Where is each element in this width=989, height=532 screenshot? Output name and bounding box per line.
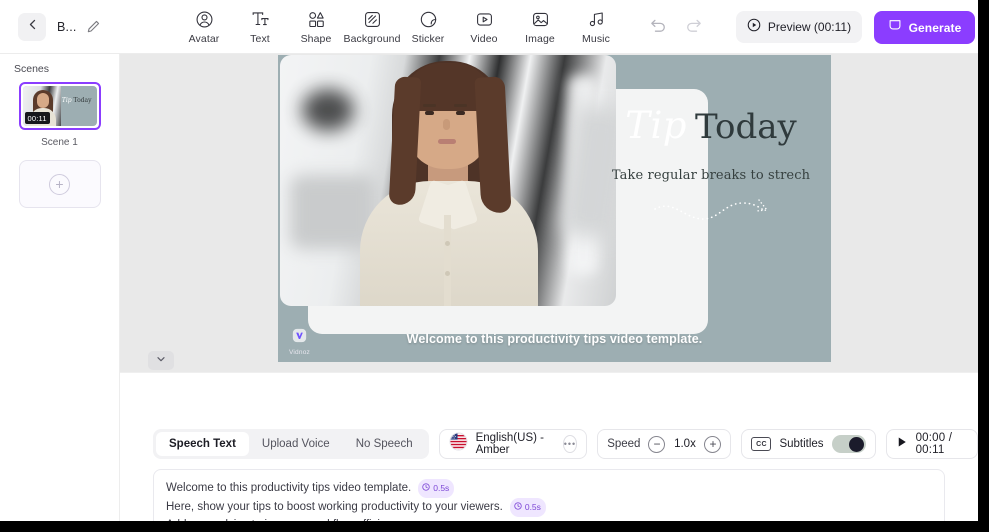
pause-duration: 0.5s <box>524 502 541 512</box>
subtitles-label: Subtitles <box>779 438 824 450</box>
speed-value: 1.0x <box>674 438 696 450</box>
subtitle-text: Welcome to this productivity tips video … <box>406 332 703 346</box>
plus-icon: + <box>49 173 70 195</box>
tool-shape[interactable]: Shape <box>288 4 344 45</box>
back-button[interactable] <box>18 12 46 41</box>
us-flag-icon <box>449 432 468 456</box>
headline-group[interactable]: Tip Today Take regular breaks to strech <box>596 107 826 227</box>
tool-sticker[interactable]: Sticker <box>400 4 456 45</box>
tool-avatar[interactable]: Avatar <box>176 4 232 45</box>
script-line[interactable]: Welcome to this productivity tips video … <box>166 479 932 498</box>
script-line-text: Welcome to this productivity tips video … <box>166 482 412 494</box>
tool-image[interactable]: Image <box>512 4 568 45</box>
window-right-edge <box>978 0 989 532</box>
speed-label: Speed <box>607 438 641 450</box>
clock-icon <box>514 499 522 516</box>
tool-label: Sticker <box>411 33 445 45</box>
clock-icon <box>422 480 430 497</box>
chevron-down-icon <box>155 352 167 370</box>
tool-label: Background <box>343 33 401 45</box>
speed-control: Speed − 1.0x + <box>597 429 732 459</box>
tab-no-speech[interactable]: No Speech <box>343 432 426 456</box>
headline-script-word: Tip <box>625 104 687 147</box>
pause-badge[interactable]: 0.5s <box>418 479 455 498</box>
chevron-left-icon <box>26 18 39 36</box>
background-icon <box>363 8 382 30</box>
watermark-label: Vidnoz <box>289 349 310 356</box>
plus-icon[interactable]: + <box>704 435 722 453</box>
shape-icon <box>307 8 326 30</box>
editor-stage: Tip Today Take regular breaks to strech W… <box>120 54 978 532</box>
avatar-person <box>340 55 555 306</box>
preview-button[interactable]: Preview (00:11) <box>736 11 862 43</box>
generate-button[interactable]: Generate <box>874 11 975 44</box>
cc-icon: CC <box>751 437 772 451</box>
top-toolbar: B... Avatar Text Shape Background Sticke… <box>0 0 989 54</box>
tool-strip: Avatar Text Shape Background Sticker Vid… <box>176 4 624 45</box>
text-icon <box>251 8 270 30</box>
subtitles-control: CC Subtitles <box>741 429 876 459</box>
vidnoz-logo-icon <box>292 328 307 348</box>
voice-selector[interactable]: English(US) - Amber ••• <box>438 429 588 459</box>
scene-thumbnail: Tip Today 00:11 <box>22 86 97 126</box>
generate-label: Generate <box>908 20 962 35</box>
watermark: Vidnoz <box>289 328 310 356</box>
image-icon <box>531 8 550 30</box>
headline-regular-word: Today <box>694 107 797 147</box>
avatar-video-layer[interactable] <box>280 55 616 306</box>
playback-time: 00:00 / 00:11 <box>915 432 953 456</box>
scene-duration: 00:11 <box>24 112 50 124</box>
minus-icon[interactable]: − <box>648 435 666 453</box>
video-editor-app: B... Avatar Text Shape Background Sticke… <box>0 0 989 532</box>
subheadline: Take regular breaks to strech <box>611 168 811 183</box>
voice-name: English(US) - Amber <box>475 432 544 456</box>
tab-upload-voice[interactable]: Upload Voice <box>249 432 343 456</box>
tool-label: Text <box>250 33 270 45</box>
speech-controls-row: Speech Text Upload Voice No Speech Engli… <box>153 429 978 459</box>
undo-icon[interactable] <box>648 15 668 35</box>
tool-label: Avatar <box>188 33 220 45</box>
scenes-panel: Scenes Tip Today 00:11 Scene 1 + <box>0 54 120 521</box>
video-icon <box>475 8 494 30</box>
tool-label: Shape <box>300 33 332 45</box>
history-controls <box>648 15 704 35</box>
window-bottom-edge <box>0 521 989 532</box>
headline: Tip Today <box>596 107 826 144</box>
add-scene-button[interactable]: + <box>18 160 101 208</box>
tool-label: Video <box>470 33 498 45</box>
generate-icon <box>888 18 902 37</box>
playback-control: 00:00 / 00:11 <box>885 429 978 459</box>
speech-panel: Speech Text Upload Voice No Speech Engli… <box>120 372 978 532</box>
redo-icon[interactable] <box>684 15 704 35</box>
scene-item-1[interactable]: Tip Today 00:11 <box>18 82 101 130</box>
video-canvas[interactable]: Tip Today Take regular breaks to strech W… <box>278 55 831 362</box>
tab-speech-text[interactable]: Speech Text <box>156 432 249 456</box>
tool-music[interactable]: Music <box>568 4 624 45</box>
tool-label: Music <box>582 33 610 45</box>
tool-video[interactable]: Video <box>456 4 512 45</box>
script-line[interactable]: Here, show your tips to boost working pr… <box>166 498 932 517</box>
avatar-icon <box>195 8 214 30</box>
subtitles-toggle[interactable] <box>831 435 866 453</box>
speech-mode-tabs: Speech Text Upload Voice No Speech <box>153 429 429 459</box>
script-line-text: Here, show your tips to boost working pr… <box>166 501 503 513</box>
tool-text[interactable]: Text <box>232 4 288 45</box>
scene-label-1: Scene 1 <box>41 137 78 148</box>
scenes-title: Scenes <box>14 63 50 75</box>
play-circle-icon <box>747 18 761 37</box>
collapse-panel-button[interactable] <box>148 351 174 370</box>
tool-label: Image <box>525 33 555 45</box>
pause-badge[interactable]: 0.5s <box>509 498 546 517</box>
pencil-icon[interactable] <box>86 19 101 34</box>
more-options-icon[interactable]: ••• <box>562 435 578 453</box>
project-title[interactable]: B... <box>57 20 77 34</box>
dotted-squiggle-icon <box>596 197 826 227</box>
tool-background[interactable]: Background <box>343 4 401 45</box>
canvas-subtitle[interactable]: Welcome to this productivity tips video … <box>278 330 831 348</box>
preview-label: Preview (00:11) <box>767 20 852 34</box>
music-icon <box>587 8 606 30</box>
sticker-icon <box>419 8 438 30</box>
pause-duration: 0.5s <box>433 483 450 493</box>
play-icon[interactable] <box>896 435 908 453</box>
